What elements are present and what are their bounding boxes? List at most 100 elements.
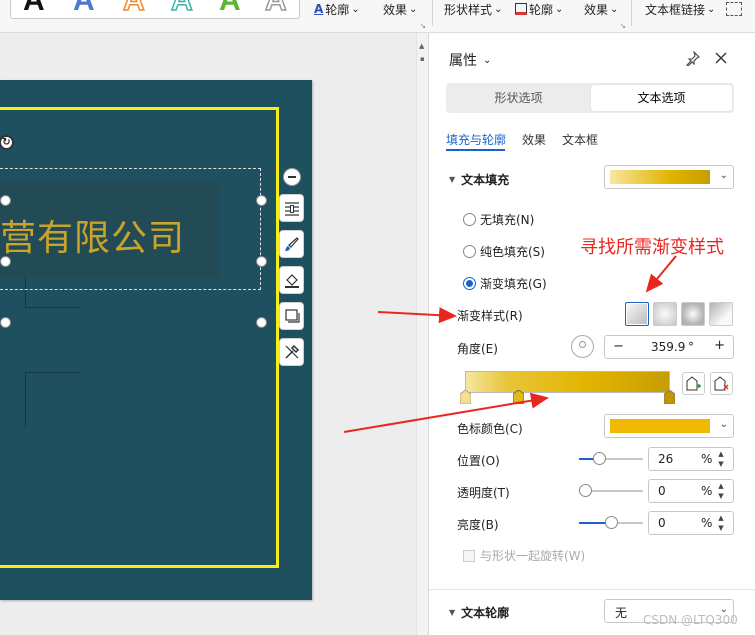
resize-handle[interactable] [0,317,11,328]
text-outline-label: 轮廓 [325,2,350,17]
remove-gradient-stop-button[interactable] [710,372,733,395]
wordart-style-black[interactable]: A [23,0,45,18]
angle-increment-button[interactable]: + [714,338,725,353]
gradient-fill-option[interactable]: 渐变填充(G) [463,275,547,292]
text-outline-section-header[interactable]: ▼ 文本轮廓 [449,604,509,621]
panel-tabs: 形状选项 文本选项 [446,83,734,113]
text-fill-section-header[interactable]: ▼ 文本填充 [449,171,509,188]
subtab-fill-outline[interactable]: 填充与轮廓 [446,131,506,148]
text-effect-button[interactable]: 效果 ⌄ [383,0,417,18]
shape-style-button[interactable]: 形状样式 ⌄ [444,0,502,18]
transparency-slider-thumb[interactable] [579,484,592,497]
dialog-launcher-icon[interactable]: ↘ [420,22,426,30]
gradient-bar[interactable] [465,371,670,393]
section-divider [429,589,755,590]
resize-handle[interactable] [256,317,267,328]
collapse-triangle-icon: ▼ [449,175,456,184]
position-value[interactable]: 26 [658,452,673,466]
wordart-style-blue[interactable]: A [73,0,95,18]
decorative-line [25,372,26,427]
position-slider-thumb[interactable] [593,452,606,465]
position-slider[interactable] [579,452,643,465]
gradient-stop-2-selected[interactable] [513,390,524,404]
angle-dial[interactable] [571,335,594,358]
no-fill-option[interactable]: 无填充(N) [463,211,534,228]
panel-title-label: 属性 [449,53,477,69]
resize-handle[interactable] [256,195,267,206]
slide-canvas[interactable]: 营有限公司 ↻ [0,33,416,635]
remove-stop-icon [714,376,729,391]
shape-effect-button[interactable]: 效果 ⌄ [584,0,618,18]
tab-text-options[interactable]: 文本选项 [591,85,732,111]
angle-decrement-button[interactable]: − [613,339,624,354]
fill-brush-button[interactable] [279,230,304,258]
slide[interactable]: 营有限公司 ↻ [0,80,312,600]
solid-fill-radio[interactable] [463,245,476,258]
scroll-up-icon[interactable]: ▲ [419,42,424,50]
tools-button[interactable] [279,338,304,366]
no-fill-radio[interactable] [463,213,476,226]
subtab-effects[interactable]: 效果 [522,131,546,148]
wordart-style-green[interactable]: A [219,0,241,18]
tools-icon [284,344,299,359]
wordart-style-teal[interactable]: A [170,0,193,18]
vertical-scrollbar[interactable]: ▲ ▪ [416,33,428,635]
brightness-slider-thumb[interactable] [605,516,618,529]
close-icon[interactable] [715,52,727,64]
gradient-style-rectangular[interactable] [681,302,705,326]
gradient-style-radial[interactable] [653,302,677,326]
resize-handle[interactable] [0,256,11,267]
add-gradient-stop-button[interactable] [682,372,705,395]
subtab-textbox[interactable]: 文本框 [562,131,598,148]
shape-outline-label: 轮廓 [529,2,554,17]
dialog-launcher-icon[interactable]: ↘ [620,22,626,30]
brightness-slider[interactable] [579,516,643,529]
pin-icon[interactable] [685,51,700,66]
shape-effects-button[interactable] [279,302,304,330]
transparency-slider[interactable] [579,484,643,497]
gradient-fill-radio[interactable] [463,277,476,290]
text-outline-button[interactable]: A 轮廓 ⌄ [314,0,360,18]
angle-stepper[interactable]: − 359.9 ° + [604,335,734,359]
resize-handle[interactable] [256,256,267,267]
brightness-spin-buttons[interactable]: ▲ ▼ [710,513,732,533]
stop-color-dropdown[interactable]: ⌄ [604,414,734,438]
wordart-style-gray[interactable]: A [264,0,287,18]
shape-effect-label: 效果 [584,2,609,17]
position-stepper[interactable]: 26 % ▲ ▼ [648,447,734,471]
transparency-spin-buttons[interactable]: ▲ ▼ [710,481,732,501]
outline-style-button[interactable] [279,266,304,294]
position-spin-buttons[interactable]: ▲ ▼ [710,449,732,469]
wordart-style-gallery[interactable]: A A A A A A [10,0,300,19]
solid-fill-label: 纯色填充(S) [480,245,545,259]
textbox-link-label: 文本框链接 [645,2,706,17]
brightness-label: 亮度(B) [457,518,499,532]
gradient-style-path[interactable] [709,302,733,326]
collapse-icon[interactable] [283,168,301,186]
textbox-link-button[interactable]: 文本框链接 ⌄ [645,0,715,18]
gradient-style-linear[interactable] [625,302,649,326]
resize-handle[interactable] [0,195,11,206]
tab-shape-options[interactable]: 形状选项 [448,85,589,111]
angle-value[interactable]: 359.9 [651,340,685,354]
brightness-value[interactable]: 0 [658,516,666,530]
solid-fill-option[interactable]: 纯色填充(S) [463,243,545,260]
gradient-stop-1[interactable] [460,390,471,404]
transparency-stepper[interactable]: 0 % ▲ ▼ [648,479,734,503]
panel-title[interactable]: 属性 ⌄ [449,50,491,70]
text-wrap-button[interactable] [279,194,304,222]
text-fill-color-dropdown[interactable]: ⌄ [604,165,734,189]
brightness-stepper[interactable]: 0 % ▲ ▼ [648,511,734,535]
active-subtab-indicator [446,149,505,151]
selection-box[interactable] [0,168,261,290]
shape-outline-button[interactable]: 轮廓 ⌄ [515,0,563,18]
shape-effects-icon [284,309,300,323]
chevron-down-icon: ⌄ [719,170,728,181]
rotate-with-shape-checkbox[interactable] [463,549,475,562]
rotate-with-shape-option[interactable]: 与形状一起旋转(W) [463,547,585,564]
transparency-value[interactable]: 0 [658,484,666,498]
select-frame-icon[interactable] [726,2,742,16]
gradient-stop-3[interactable] [664,390,675,404]
wordart-style-orange[interactable]: A [122,0,145,18]
scroll-indicator-icon: ▪ [420,55,425,63]
